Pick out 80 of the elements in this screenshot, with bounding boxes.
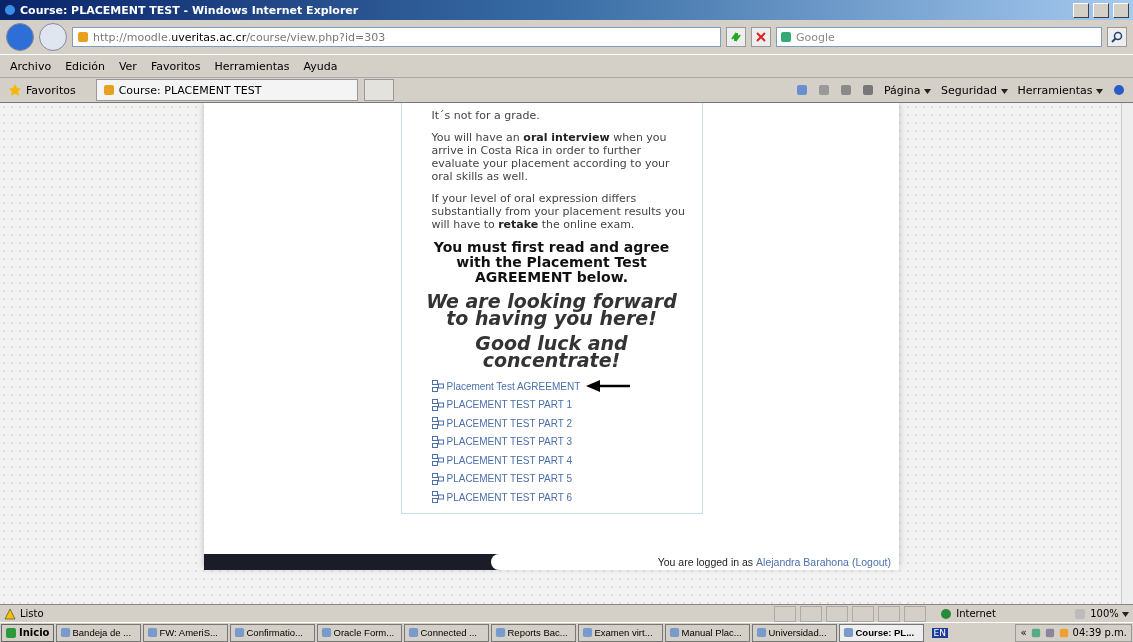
search-icon bbox=[1111, 31, 1123, 43]
command-menu[interactable]: Página bbox=[883, 83, 932, 97]
menu-item[interactable]: Favoritos bbox=[150, 59, 201, 73]
module-icon bbox=[431, 454, 445, 467]
logout-link[interactable]: (Logout) bbox=[851, 556, 891, 568]
paragraph: If your level of oral expression differs substantially from your placement results you will have to retake the online exam. bbox=[431, 192, 686, 231]
refresh-icon bbox=[730, 31, 742, 43]
taskbar-button[interactable]: Bandeja de ... bbox=[55, 623, 141, 642]
warning-icon bbox=[4, 607, 16, 620]
notice-heading: You must first read and agree with the Placement Test AGREEMENT below. bbox=[432, 240, 671, 285]
module-icon bbox=[431, 491, 445, 504]
activity-link[interactable]: PLACEMENT TEST PART 4 bbox=[431, 454, 573, 467]
status-pane bbox=[852, 605, 875, 622]
menu-item[interactable]: Archivo bbox=[10, 59, 52, 73]
taskbar-button[interactable]: Confirmatio... bbox=[229, 623, 315, 642]
star-icon bbox=[8, 83, 22, 97]
taskbar-button[interactable]: Universidad... bbox=[751, 623, 837, 642]
status-pane bbox=[800, 605, 823, 622]
activity-link[interactable]: PLACEMENT TEST PART 5 bbox=[431, 472, 573, 485]
taskbar-button[interactable]: FW: AmeriS... bbox=[142, 623, 228, 642]
address-field[interactable]: http://moodle.uveritas.ac.cr/course/view.php?id=303 bbox=[72, 27, 721, 47]
user-link[interactable]: Alejandra Barahona bbox=[756, 556, 849, 568]
menu-item[interactable]: Ver bbox=[118, 59, 137, 73]
module-icon bbox=[431, 398, 445, 411]
module-icon bbox=[431, 435, 445, 448]
taskbar-button[interactable]: Manual Plac... bbox=[664, 623, 750, 642]
module-icon bbox=[431, 417, 445, 430]
activity-link[interactable]: PLACEMENT TEST PART 3 bbox=[431, 435, 573, 448]
minimize-button[interactable] bbox=[1073, 2, 1089, 18]
forward-button[interactable] bbox=[39, 23, 67, 51]
back-button[interactable] bbox=[6, 23, 34, 51]
menu-item[interactable]: Edición bbox=[65, 59, 105, 73]
menu-item[interactable]: Ayuda bbox=[303, 59, 338, 73]
globe-icon bbox=[940, 607, 953, 620]
command-menu[interactable]: Seguridad bbox=[941, 83, 1008, 97]
close-icon bbox=[756, 32, 766, 42]
greeting-heading: We are looking forward to having you here! bbox=[425, 293, 678, 327]
refresh-button[interactable] bbox=[726, 27, 746, 47]
favorites-button[interactable]: Favoritos bbox=[8, 83, 76, 97]
activity-link[interactable]: Placement Test AGREEMENT bbox=[431, 380, 581, 393]
search-button[interactable] bbox=[1107, 27, 1127, 47]
scrollbar[interactable] bbox=[1121, 103, 1133, 604]
activity-link[interactable]: PLACEMENT TEST PART 2 bbox=[431, 417, 573, 430]
taskbar-button[interactable]: Reports Bac... bbox=[490, 623, 576, 642]
caret-icon bbox=[1000, 88, 1008, 94]
command-menu[interactable]: Herramientas bbox=[1017, 83, 1103, 97]
module-icon bbox=[431, 380, 445, 393]
language-indicator[interactable]: EN bbox=[931, 627, 948, 638]
caret-icon bbox=[1122, 612, 1129, 617]
module-icon bbox=[431, 472, 445, 485]
window-title: Course: PLACEMENT TEST - Windows Internet Explorer bbox=[20, 3, 360, 17]
stop-button[interactable] bbox=[751, 27, 771, 47]
wish-heading: Good luck and concentrate! bbox=[474, 335, 629, 369]
status-text: Listo bbox=[20, 608, 44, 619]
paragraph: You will have an oral interview when you arrive in Costa Rica in order to further evaluate your placement according to your oral skills as well. bbox=[431, 131, 671, 183]
expand-tray-button[interactable]: « bbox=[1020, 627, 1027, 638]
zone-text: Internet bbox=[956, 608, 996, 619]
menu-item[interactable]: Herramientas bbox=[214, 59, 290, 73]
caret-icon bbox=[924, 88, 932, 94]
taskbar-button[interactable]: Examen virt... bbox=[577, 623, 663, 642]
taskbar-button[interactable]: Oracle Form... bbox=[316, 623, 402, 642]
taskbar-button[interactable]: Course: PL... bbox=[838, 623, 924, 642]
restore-button[interactable] bbox=[1093, 2, 1109, 18]
status-pane bbox=[826, 605, 849, 622]
status-pane bbox=[904, 605, 927, 622]
login-text: You are logged in as bbox=[657, 556, 754, 568]
status-pane bbox=[878, 605, 901, 622]
search-field[interactable]: Google bbox=[776, 27, 1102, 47]
activity-link[interactable]: PLACEMENT TEST PART 6 bbox=[431, 491, 573, 504]
activity-link[interactable]: PLACEMENT TEST PART 1 bbox=[431, 398, 573, 411]
close-button[interactable] bbox=[1113, 2, 1129, 18]
browser-tab[interactable]: Course: PLACEMENT TEST bbox=[95, 79, 358, 101]
new-tab-button[interactable] bbox=[363, 79, 394, 101]
paragraph: It´s not for a grade. bbox=[431, 109, 541, 122]
clock-text: 04:39 p.m. bbox=[1072, 627, 1127, 638]
zoom-control[interactable]: 100% bbox=[1090, 608, 1129, 619]
start-button[interactable]: Inicio bbox=[1, 623, 54, 642]
taskbar-button[interactable]: Connected ... bbox=[403, 623, 489, 642]
caret-icon bbox=[1096, 88, 1103, 94]
status-pane bbox=[774, 605, 797, 622]
